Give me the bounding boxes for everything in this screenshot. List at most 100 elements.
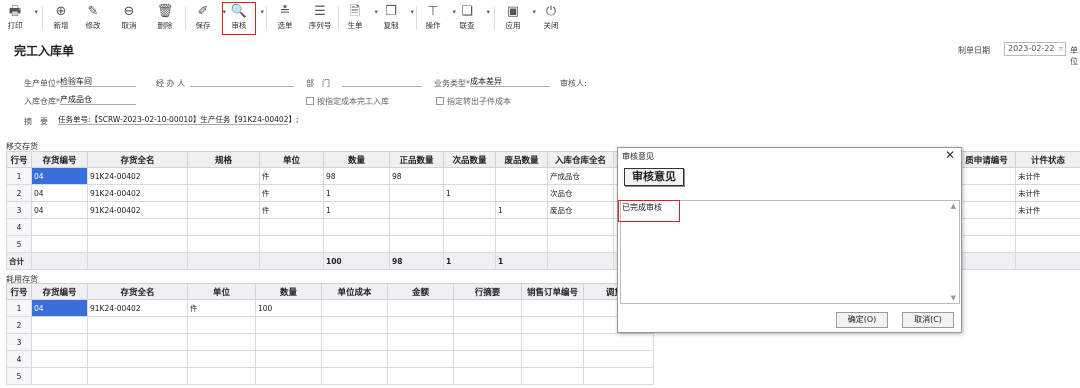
table-cell[interactable]: [187, 235, 260, 253]
table-cell[interactable]: [453, 350, 522, 368]
table-cell[interactable]: [387, 350, 454, 368]
table-cell[interactable]: [255, 350, 322, 368]
table-cell[interactable]: [187, 167, 260, 185]
table-cell[interactable]: [389, 184, 444, 202]
table-cell[interactable]: [387, 316, 454, 334]
column-header[interactable]: 行号: [6, 283, 32, 300]
table-cell[interactable]: [453, 316, 522, 334]
table-cell[interactable]: [187, 367, 256, 385]
scroll-down-icon[interactable]: ▼: [951, 294, 956, 302]
table-cell[interactable]: 产成品仓: [547, 167, 614, 185]
table-cell[interactable]: [31, 350, 88, 368]
table-cell[interactable]: 1: [443, 252, 496, 270]
table-cell[interactable]: 1: [323, 201, 390, 219]
table-cell[interactable]: [389, 218, 444, 236]
close-button[interactable]: ⏻ 关闭: [536, 3, 566, 31]
column-header[interactable]: 质申请编号: [957, 151, 1016, 168]
table-row[interactable]: 5: [6, 367, 654, 385]
column-header[interactable]: 单位: [187, 283, 256, 300]
table-cell[interactable]: [187, 218, 260, 236]
table-cell[interactable]: [453, 367, 522, 385]
table-row[interactable]: 2: [6, 316, 654, 334]
table-cell[interactable]: 100: [323, 252, 390, 270]
table-cell[interactable]: 91K24-00402: [87, 167, 188, 185]
table-cell[interactable]: 04: [31, 167, 88, 185]
table-cell[interactable]: [87, 333, 188, 351]
table-cell[interactable]: 91K24-00402: [87, 201, 188, 219]
table-cell[interactable]: 件: [259, 167, 324, 185]
column-header[interactable]: 数量: [323, 151, 390, 168]
generate-button[interactable]: 🗎 生单 ▾: [340, 3, 379, 31]
table-cell[interactable]: [387, 299, 454, 317]
column-header[interactable]: 存货编号: [31, 283, 88, 300]
table-cell[interactable]: [1015, 252, 1080, 270]
table-cell[interactable]: [87, 235, 188, 253]
chevron-down-icon[interactable]: ▿: [1059, 44, 1063, 53]
cancel-dialog-button[interactable]: 取消(C): [902, 312, 954, 328]
select-button[interactable]: ≛ 选单: [270, 3, 300, 31]
close-icon[interactable]: ✕: [945, 148, 955, 162]
audit-button[interactable]: 🔍 审核 ▾: [222, 2, 264, 35]
table-cell[interactable]: [583, 350, 654, 368]
column-header[interactable]: 存货全名: [87, 283, 188, 300]
cancel-button[interactable]: ⊖ 取消: [114, 3, 144, 31]
table-cell[interactable]: 件: [187, 299, 256, 317]
column-header[interactable]: 行摘要: [453, 283, 522, 300]
table-cell[interactable]: [87, 218, 188, 236]
column-header[interactable]: 废品数量: [495, 151, 548, 168]
table-cell[interactable]: [321, 367, 388, 385]
table-cell[interactable]: [521, 333, 584, 351]
table-cell[interactable]: [453, 333, 522, 351]
table-cell[interactable]: [521, 299, 584, 317]
table-cell[interactable]: [521, 350, 584, 368]
table-cell[interactable]: [957, 252, 1016, 270]
table-cell[interactable]: [31, 333, 88, 351]
table-cell[interactable]: [389, 201, 444, 219]
table-cell[interactable]: [255, 333, 322, 351]
table-cell[interactable]: [259, 252, 324, 270]
table-cell[interactable]: 98: [323, 167, 390, 185]
table-cell[interactable]: 未计件: [1015, 167, 1080, 185]
table-cell[interactable]: [957, 218, 1016, 236]
table-cell[interactable]: 98: [389, 252, 444, 270]
table-cell[interactable]: [957, 184, 1016, 202]
table-cell[interactable]: 91K24-00402: [87, 299, 188, 317]
save-button[interactable]: ✐ 保存 ▾: [188, 3, 227, 31]
table-cell[interactable]: [31, 316, 88, 334]
prod-unit-field[interactable]: 检验车间: [60, 76, 136, 87]
table-cell[interactable]: [321, 299, 388, 317]
chevron-down-icon[interactable]: ▾: [260, 8, 264, 16]
handler-field[interactable]: [190, 76, 294, 87]
table-cell[interactable]: [1015, 218, 1080, 236]
table-cell[interactable]: [321, 333, 388, 351]
table-cell[interactable]: 04: [31, 184, 88, 202]
operate-button[interactable]: ⊤ 操作 ▾: [418, 3, 457, 31]
table-cell[interactable]: [323, 218, 390, 236]
table-cell[interactable]: [87, 367, 188, 385]
column-header[interactable]: 金额: [387, 283, 454, 300]
column-header[interactable]: 正品数量: [389, 151, 444, 168]
scroll-up-icon[interactable]: ▲: [951, 202, 956, 210]
table-cell[interactable]: [259, 235, 324, 253]
table-cell[interactable]: [547, 235, 614, 253]
table-cell[interactable]: 件: [259, 184, 324, 202]
copy-button[interactable]: ❐ 复制 ▾: [376, 3, 415, 31]
column-header[interactable]: 行号: [6, 151, 32, 168]
column-header[interactable]: 销售订单编号: [521, 283, 584, 300]
column-header[interactable]: 单位: [259, 151, 324, 168]
warehouse-field[interactable]: 产成品仓: [60, 94, 136, 105]
table-cell[interactable]: [87, 350, 188, 368]
sub-cost-checkbox[interactable]: 指定转出子件成本: [436, 96, 511, 107]
apply-button[interactable]: ▣ 应用 ▾: [498, 3, 537, 31]
table-cell[interactable]: [387, 333, 454, 351]
delete-button[interactable]: 🗑 删除: [150, 3, 180, 31]
table-cell[interactable]: 未计件: [1015, 201, 1080, 219]
table-cell[interactable]: [957, 167, 1016, 185]
print-button[interactable]: 🖶 打印 ▾: [0, 3, 39, 31]
serial-button[interactable]: ☰ 序列号: [305, 3, 335, 31]
table-cell[interactable]: 件: [259, 201, 324, 219]
table-cell[interactable]: [443, 235, 496, 253]
chevron-down-icon[interactable]: ▾: [410, 8, 414, 16]
table-cell[interactable]: [957, 201, 1016, 219]
date-field[interactable]: 2023-02-22 ▿: [1004, 42, 1066, 56]
